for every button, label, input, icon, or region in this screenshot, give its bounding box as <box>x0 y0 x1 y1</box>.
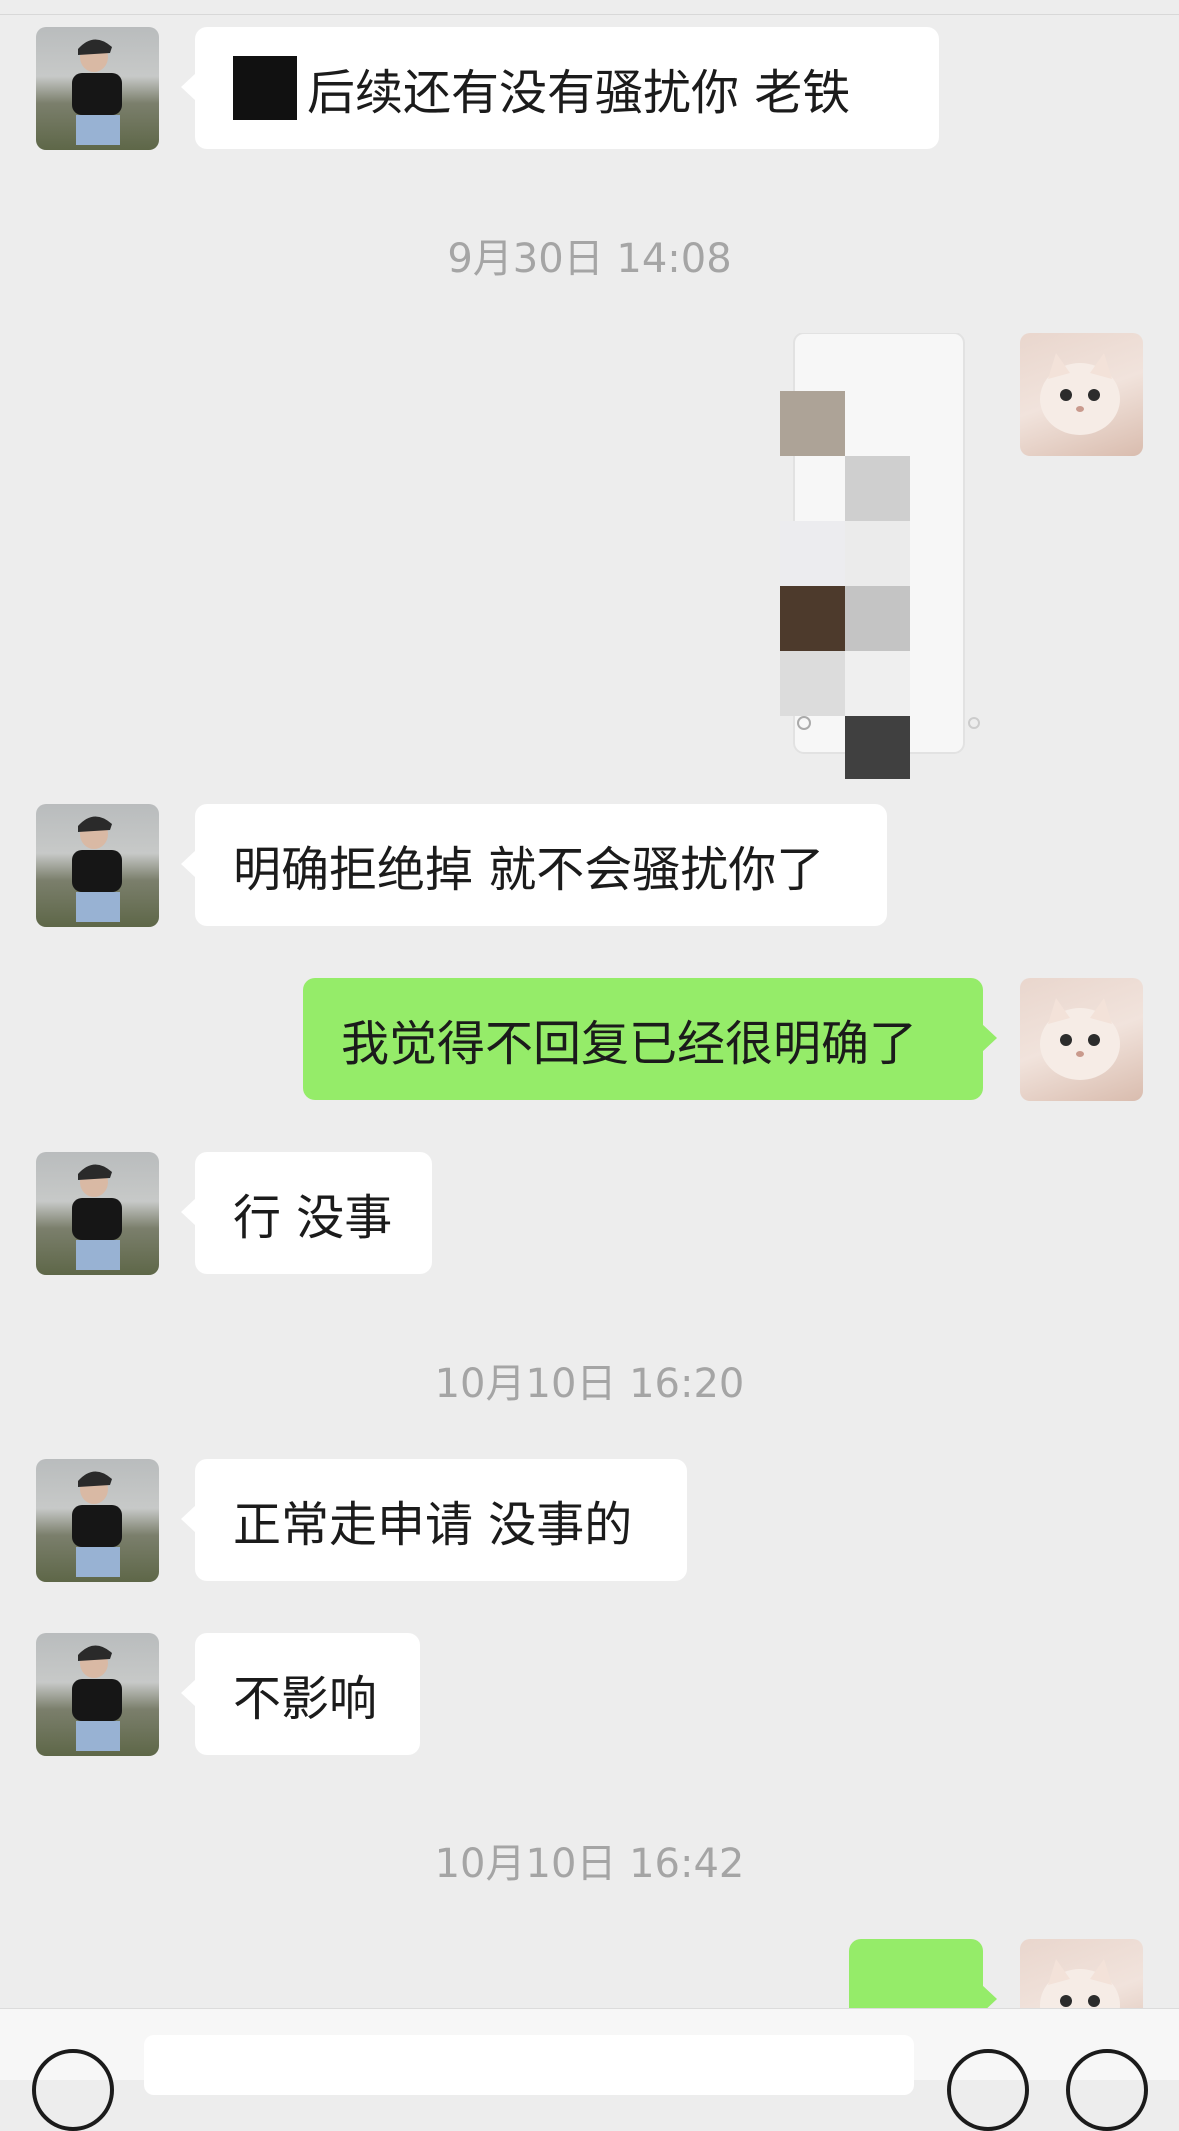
avatar-image <box>72 1471 122 1577</box>
message-bubble-incoming[interactable]: 正常走申请 没事的 <box>181 1459 687 1581</box>
message-text: 正常走申请 没事的 <box>233 1497 633 1553</box>
contact-avatar[interactable] <box>36 804 159 927</box>
message-bubble-incoming[interactable]: 行 没事 <box>181 1152 432 1274</box>
image-message[interactable] <box>780 332 982 779</box>
avatar-image <box>1040 353 1120 435</box>
avatar-image <box>1040 998 1120 1080</box>
emoji-icon[interactable] <box>947 2049 1029 2131</box>
my-avatar[interactable] <box>1020 1939 1143 2008</box>
redaction-box <box>233 56 297 120</box>
message-bubble-outgoing[interactable]: 我觉得不回复已经很明确了 <box>303 978 997 1100</box>
chat-area: 后续还有没有骚扰你 老铁 9月30日 14:08 明确拒绝掉 就不会骚扰你了 我… <box>0 0 1179 2008</box>
contact-avatar[interactable] <box>36 1152 159 1275</box>
message-text: 行 没事 <box>233 1190 393 1246</box>
message-text: 明确拒绝掉 就不会骚扰你了 <box>233 842 825 898</box>
message-text: 后续还有没有骚扰你 老铁 <box>307 65 851 121</box>
avatar-image <box>72 39 122 145</box>
timestamp: 9月30日 14:08 <box>447 236 732 282</box>
message-input[interactable] <box>144 2035 914 2095</box>
message-bubble-incoming[interactable]: 不影响 <box>181 1633 420 1755</box>
input-toolbar <box>0 2008 1179 2131</box>
avatar-image <box>1040 1959 1120 2008</box>
my-avatar[interactable] <box>1020 333 1143 456</box>
message-bubble-incoming[interactable]: 明确拒绝掉 就不会骚扰你了 <box>181 804 887 926</box>
message-bubble-incoming[interactable]: 后续还有没有骚扰你 老铁 <box>181 27 939 149</box>
avatar-image <box>72 1645 122 1751</box>
timestamp: 10月10日 16:42 <box>434 1841 745 1887</box>
avatar-image <box>72 816 122 922</box>
contact-avatar[interactable] <box>36 27 159 150</box>
plus-icon[interactable] <box>1066 2049 1148 2131</box>
timestamp: 10月10日 16:20 <box>434 1361 745 1407</box>
divider <box>0 14 1179 15</box>
contact-avatar[interactable] <box>36 1633 159 1756</box>
contact-avatar[interactable] <box>36 1459 159 1582</box>
pixelated-image <box>780 332 980 779</box>
message-bubble-outgoing[interactable]: 妥 <box>849 1939 997 2008</box>
voice-icon[interactable] <box>32 2049 114 2131</box>
my-avatar[interactable] <box>1020 978 1143 1101</box>
message-text: 我觉得不回复已经很明确了 <box>341 1016 918 1072</box>
message-text: 不影响 <box>233 1671 378 1727</box>
avatar-image <box>72 1164 122 1270</box>
